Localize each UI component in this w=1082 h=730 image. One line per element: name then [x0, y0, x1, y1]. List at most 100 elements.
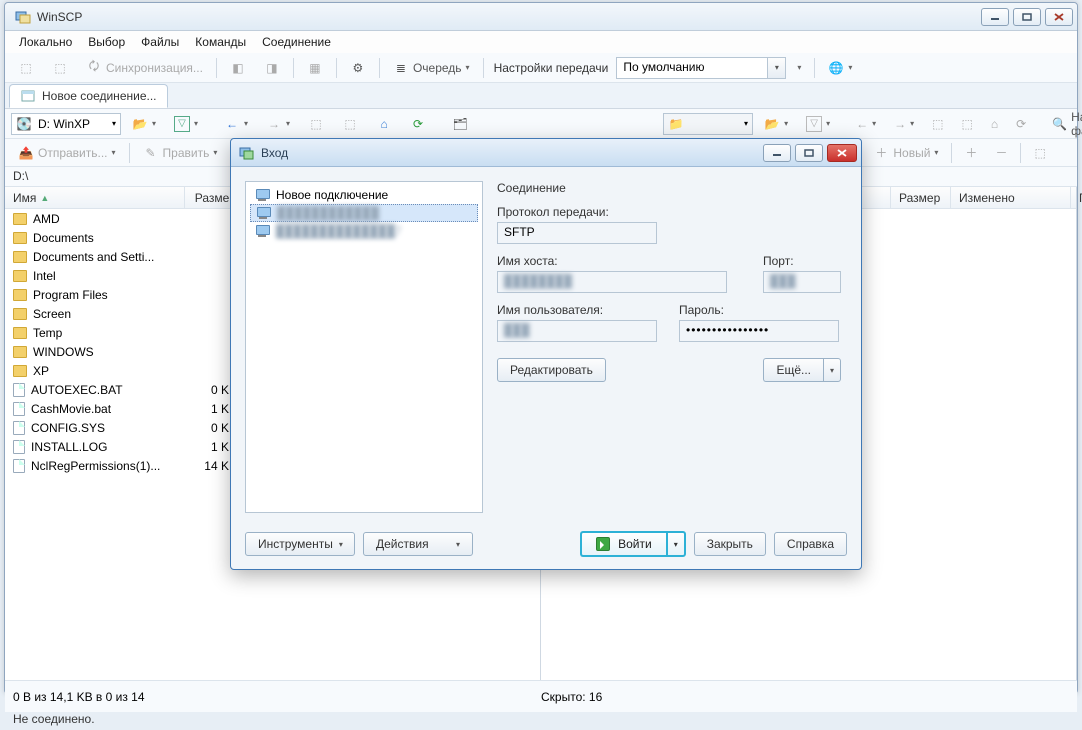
dialog-minimize-button[interactable]: [763, 144, 791, 162]
host-input[interactable]: ████████: [497, 271, 727, 293]
send-button[interactable]: 📤Отправить...▾: [11, 142, 123, 164]
col-r-perm[interactable]: Права: [1071, 187, 1082, 208]
fwd-btn[interactable]: →▾: [259, 113, 297, 135]
filter-btn[interactable]: ▽▾: [167, 113, 205, 135]
protocol-combo[interactable]: SFTP: [497, 222, 657, 244]
remote-drive-selector[interactable]: 📁▾: [663, 113, 753, 135]
r-minus[interactable]: －: [988, 142, 1014, 164]
file-icon: [13, 440, 25, 454]
find-files-btn[interactable]: 🔍Найти файлы…: [1045, 113, 1082, 135]
port-input[interactable]: ███: [763, 271, 841, 293]
folder-icon: [13, 232, 27, 244]
tb-btn-dd[interactable]: ▾: [790, 57, 808, 79]
protocol-label: Протокол передачи:: [497, 205, 841, 219]
transfer-preset-combo[interactable]: По умолчанию ▾: [616, 57, 786, 79]
main-titlebar[interactable]: WinSCP: [5, 3, 1077, 31]
folder-icon: 📂: [132, 116, 148, 132]
drive-selector[interactable]: 💽 D: WinXP ▾: [11, 113, 121, 135]
computer-icon: [255, 206, 271, 220]
r-b2[interactable]: ⬚: [954, 113, 979, 135]
tb-btn-2[interactable]: ⬚: [45, 57, 75, 79]
tb-btn-4[interactable]: ◨: [257, 57, 287, 79]
folder-icon: [13, 346, 27, 358]
maximize-button[interactable]: [1013, 8, 1041, 26]
chevron-down-icon[interactable]: ▾: [768, 57, 786, 79]
file-name: NclRegPermissions(1)...: [31, 459, 160, 473]
r-fwd-btn[interactable]: →▾: [887, 113, 921, 135]
login-button[interactable]: Войти ▾: [580, 531, 686, 557]
folder-btn[interactable]: 📂▾: [125, 113, 163, 135]
gear-button[interactable]: ⚙: [343, 57, 373, 79]
menu-select[interactable]: Выбор: [82, 33, 131, 51]
queue-button[interactable]: ≣Очередь▾: [386, 57, 477, 79]
home-btn[interactable]: ⌂: [369, 113, 399, 135]
actions-button[interactable]: Действия▾: [363, 532, 473, 556]
file-name: XP: [33, 364, 49, 378]
dialog-close-btn[interactable]: Закрыть: [694, 532, 766, 556]
sort-asc-icon: ▲: [40, 193, 49, 203]
file-icon: [13, 402, 25, 416]
up-btn1[interactable]: ⬚: [301, 113, 331, 135]
r-back-btn[interactable]: ←▾: [849, 113, 883, 135]
pathbar: 💽 D: WinXP ▾ 📂▾ ▽▾ ←▾ →▾ ⬚ ⬚ ⌂ ⟳ 🗂 📁▾ 📂▾…: [5, 109, 1077, 139]
file-icon: [13, 459, 25, 473]
help-button[interactable]: Справка: [774, 532, 847, 556]
col-r-size[interactable]: Размер: [891, 187, 951, 208]
folder-icon: [13, 365, 27, 377]
more-button[interactable]: Ещё... ▾: [763, 358, 841, 382]
saved-session-2[interactable]: ██████████████7: [250, 222, 478, 240]
app-title: WinSCP: [37, 10, 977, 24]
r-new-button[interactable]: ＋Новый▾: [866, 142, 945, 164]
folder-icon: [13, 289, 27, 301]
refresh-btn[interactable]: ⟳: [403, 113, 433, 135]
tree-btn[interactable]: 🗂: [445, 113, 475, 135]
close-button[interactable]: [1045, 8, 1073, 26]
tb-btn-3[interactable]: ◧: [223, 57, 253, 79]
menu-commands[interactable]: Команды: [189, 33, 252, 51]
computer-icon: [254, 224, 270, 238]
separator: [293, 58, 294, 78]
login-dropdown[interactable]: ▾: [666, 531, 686, 557]
password-input[interactable]: ••••••••••••••••: [679, 320, 839, 342]
edit-connection-button[interactable]: Редактировать: [497, 358, 606, 382]
file-name: Temp: [33, 326, 62, 340]
transfer-label: Настройки передачи: [490, 61, 613, 75]
statusbar: 0 B из 14,1 KB в 0 из 14 Скрыто: 16: [5, 680, 1077, 712]
col-name[interactable]: Имя▲: [5, 187, 185, 208]
new-connection-item[interactable]: Новое подключение: [250, 186, 478, 204]
col-r-date[interactable]: Изменено: [951, 187, 1071, 208]
sync-button[interactable]: 🗘Синхронизация...: [79, 57, 210, 79]
menu-local[interactable]: Локально: [13, 33, 78, 51]
file-name: Program Files: [33, 288, 108, 302]
password-label: Пароль:: [679, 303, 841, 317]
dialog-footer: Инструменты▾ Действия▾ Войти ▾ Закрыть С…: [245, 531, 847, 557]
saved-session-1[interactable]: ████████████: [250, 204, 478, 222]
menu-connection[interactable]: Соединение: [256, 33, 337, 51]
chevron-down-icon: ▾: [830, 366, 834, 375]
new-tab-icon: [20, 88, 36, 104]
tools-button[interactable]: Инструменты▾: [245, 532, 355, 556]
r-home-btn[interactable]: ⌂: [984, 113, 1005, 135]
r-props[interactable]: ⬚: [1027, 142, 1052, 164]
back-btn[interactable]: ←▾: [217, 113, 255, 135]
minimize-button[interactable]: [981, 8, 1009, 26]
file-name: Intel: [33, 269, 56, 283]
tb-btn-1[interactable]: ⬚: [11, 57, 41, 79]
username-input[interactable]: ███: [497, 320, 657, 342]
tree-icon: 🗂: [452, 116, 468, 132]
dialog-titlebar[interactable]: Вход: [231, 139, 861, 167]
r-b1[interactable]: ⬚: [925, 113, 950, 135]
dialog-maximize-button[interactable]: [795, 144, 823, 162]
edit-button[interactable]: ✎Править▾: [136, 142, 225, 164]
r-refresh-btn[interactable]: ⟳: [1009, 113, 1033, 135]
r-filter-btn[interactable]: ▽▾: [799, 113, 837, 135]
sessions-list[interactable]: Новое подключение ████████████ █████████…: [245, 181, 483, 513]
tab-new-connection[interactable]: Новое соединение...: [9, 84, 168, 108]
r-plus[interactable]: ＋: [958, 142, 984, 164]
r-folder-btn[interactable]: 📂▾: [757, 113, 795, 135]
dialog-close-button[interactable]: [827, 144, 857, 162]
menu-files[interactable]: Файлы: [135, 33, 185, 51]
tb-btn-5[interactable]: ▦: [300, 57, 330, 79]
up-btn2[interactable]: ⬚: [335, 113, 365, 135]
globe-button[interactable]: 🌐▾: [821, 57, 859, 79]
